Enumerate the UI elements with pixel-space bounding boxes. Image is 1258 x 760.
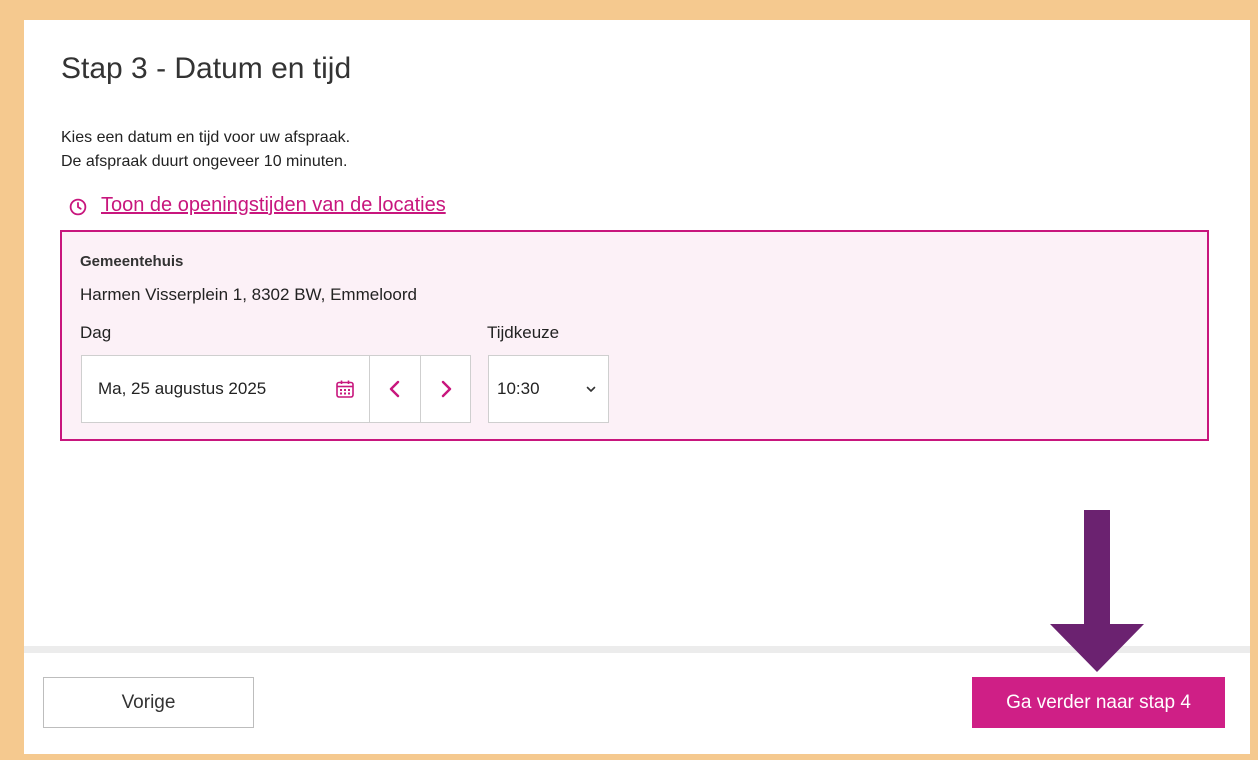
appointment-panel: Stap 3 - Datum en tijd Kies een datum en…	[24, 20, 1250, 754]
arrow-down-icon	[1050, 510, 1144, 672]
chevron-down-icon	[586, 386, 596, 392]
location-card: Gemeentehuis Harmen Visserplein 1, 8302 …	[60, 230, 1209, 441]
page-title: Stap 3 - Datum en tijd	[61, 52, 352, 85]
opening-hours-link-label: Toon de openingstijden van de locaties	[101, 194, 446, 216]
time-label: Tijdkeuze	[487, 323, 560, 342]
opening-hours-link[interactable]: Toon de openingstijden van de locaties	[69, 194, 446, 217]
time-value: 10:30	[497, 379, 540, 398]
intro-line-1: Kies een datum en tijd voor uw afspraak.	[61, 129, 351, 146]
date-value: Ma, 25 augustus 2025	[98, 379, 267, 398]
previous-day-button[interactable]	[370, 356, 420, 422]
date-input[interactable]: Ma, 25 augustus 2025	[82, 356, 370, 422]
intro-line-2: De afspraak duurt ongeveer 10 minuten.	[61, 153, 348, 170]
date-picker-group: Ma, 25 augustus 2025	[81, 355, 471, 423]
previous-button[interactable]: Vorige	[43, 677, 254, 728]
calendar-icon[interactable]	[335, 379, 355, 399]
time-select[interactable]: 10:30	[488, 355, 609, 423]
intro-text: Kies een datum en tijd voor uw afspraak.…	[61, 126, 350, 174]
clock-icon	[69, 198, 87, 215]
next-day-button[interactable]	[420, 356, 470, 422]
chevron-left-icon	[389, 380, 400, 398]
day-label: Dag	[80, 323, 112, 342]
location-address: Harmen Visserplein 1, 8302 BW, Emmeloord	[80, 285, 418, 304]
location-name: Gemeentehuis	[80, 253, 184, 270]
chevron-right-icon	[441, 380, 451, 398]
